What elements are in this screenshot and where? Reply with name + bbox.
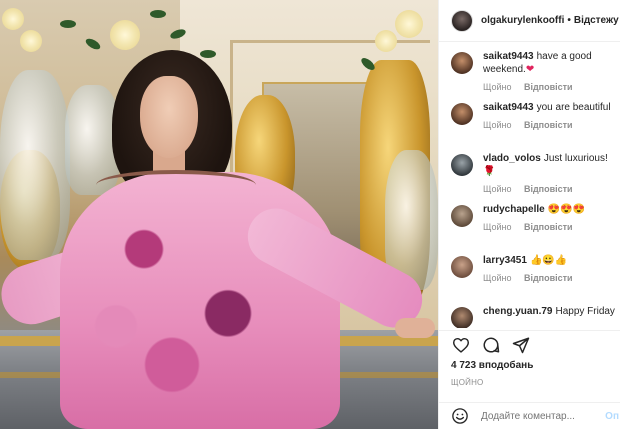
comment-item: rudychapelle 😍😍😍 Щойно Відповісти	[439, 199, 620, 250]
comment-time: Щойно	[483, 273, 512, 283]
commenter-avatar[interactable]	[451, 103, 473, 125]
post-timestamp: ЩОЙНО	[451, 378, 484, 387]
heart-emoji: ❤	[525, 64, 535, 75]
commenter-avatar[interactable]	[451, 154, 473, 176]
flower	[395, 10, 423, 38]
comment-time: Щойно	[483, 82, 512, 92]
commenter-username[interactable]: saikat9443	[483, 51, 534, 62]
comment-bubble-icon[interactable]	[481, 335, 501, 355]
likes-count[interactable]: 4 723 вподобань	[451, 360, 533, 371]
reply-button[interactable]: Відповісти	[524, 273, 573, 283]
wall-panel-line	[230, 40, 430, 43]
commenter-avatar[interactable]	[451, 256, 473, 278]
reply-button[interactable]: Відповісти	[524, 120, 573, 130]
comments-list[interactable]: saikat9443 have a good weekend.❤ Щойно Ві…	[439, 42, 620, 328]
commenter-username[interactable]: larry3451	[483, 255, 527, 266]
leaf	[150, 10, 166, 18]
flower	[375, 30, 397, 52]
comment-time: Щойно	[483, 222, 512, 232]
post-viewer: olgakurylenkooffi • Відстежу saikat9443 h…	[0, 0, 620, 429]
post-sidebar: olgakurylenkooffi • Відстежу saikat9443 h…	[438, 0, 620, 429]
post-photo[interactable]	[0, 0, 438, 429]
flower	[2, 8, 24, 30]
comment-text: Just luxurious!	[543, 153, 608, 164]
add-comment-bar: Оп	[439, 402, 620, 429]
flower	[110, 20, 140, 50]
woman-hand	[395, 318, 435, 338]
paper-plane-icon[interactable]	[511, 335, 531, 355]
commenter-username[interactable]: saikat9443	[483, 102, 534, 113]
comment-time: Щойно	[483, 184, 512, 194]
leaf	[200, 50, 216, 58]
comment-item: vlado_volos Just luxurious! 🌹 Щойно Відпов…	[439, 148, 620, 199]
reply-button[interactable]: Відповісти	[524, 222, 573, 232]
leaf	[84, 36, 102, 52]
heart-outline-icon[interactable]	[451, 335, 471, 355]
flower	[20, 30, 42, 52]
heart-eyes-emoji: 😍😍😍	[547, 204, 586, 215]
comment-item: saikat9443 you are beautiful Щойно Відпов…	[439, 97, 620, 148]
thumbs-up-emoji: 👍😀👍	[529, 255, 568, 266]
post-actions	[439, 330, 620, 358]
woman-face	[140, 76, 198, 158]
crystal-vase-left	[0, 70, 70, 260]
comment-item: saikat9443 have a good weekend.❤ Щойно Ві…	[439, 46, 620, 97]
comment-text: you are beautiful	[536, 102, 611, 113]
post-comment-button[interactable]: Оп	[605, 411, 619, 422]
commenter-username[interactable]: cheng.yuan.79	[483, 306, 552, 317]
commenter-avatar[interactable]	[451, 307, 473, 328]
commenter-username[interactable]: vlado_volos	[483, 153, 541, 164]
reply-button[interactable]: Відповісти	[524, 184, 573, 194]
comment-item: larry3451 👍😀👍 Щойно Відповісти	[439, 250, 620, 301]
comment-item: cheng.yuan.79 Happy Friday	[439, 301, 620, 328]
dress-neckline	[96, 170, 256, 200]
reply-button[interactable]: Відповісти	[524, 82, 573, 92]
floral-dress	[60, 172, 340, 429]
follow-button[interactable]: Відстежу	[574, 15, 619, 26]
author-avatar[interactable]	[451, 9, 473, 32]
leaf	[60, 20, 76, 28]
comment-text: Happy Friday	[555, 306, 615, 317]
commenter-username[interactable]: rudychapelle	[483, 204, 545, 215]
comment-time: Щойно	[483, 120, 512, 130]
author-username[interactable]: olgakurylenkooffi	[481, 15, 564, 26]
rose-emoji: 🌹	[483, 166, 496, 177]
post-header: olgakurylenkooffi • Відстежу	[439, 0, 620, 42]
add-comment-input[interactable]	[481, 410, 591, 422]
header-separator: •	[567, 15, 571, 26]
commenter-avatar[interactable]	[451, 205, 473, 227]
smiley-icon[interactable]	[451, 407, 469, 425]
commenter-avatar[interactable]	[451, 52, 473, 74]
